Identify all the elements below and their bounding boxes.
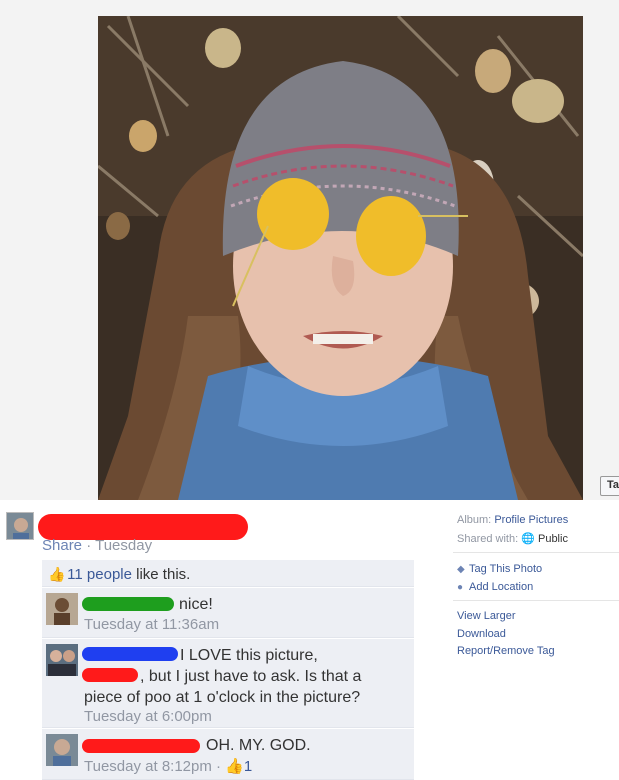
profile-photo[interactable] — [98, 16, 583, 500]
comment-line-3: piece of poo at 1 o'clock in the picture… — [84, 689, 361, 706]
comment-line-2: , but I just have to ask. Is that a — [140, 668, 362, 685]
post-meta: Share · Tuesday — [42, 537, 152, 554]
divider — [453, 600, 619, 601]
globe-icon: 🌐 — [521, 533, 535, 545]
comment-timestamp[interactable]: Tuesday at 8:12pm · — [84, 758, 225, 775]
likes-bar: 👍 11 people like this. — [42, 560, 414, 587]
location-pin-icon: ● — [457, 582, 464, 593]
comment-time[interactable]: Tuesday at 6:00pm — [84, 708, 212, 725]
like-thumb-icon: 👍 — [48, 566, 66, 582]
tag-icon: ◆ — [457, 564, 465, 575]
meta-separator: · — [82, 537, 96, 554]
tag-photo-action[interactable]: ◆ Tag This Photo — [457, 563, 542, 575]
comment-like-count[interactable]: 1 — [244, 758, 252, 775]
post-timestamp[interactable]: Tuesday — [95, 537, 152, 554]
comment-time[interactable]: Tuesday at 11:36am — [84, 616, 219, 633]
comment-item: nice! Tuesday at 11:36am — [42, 588, 414, 638]
privacy-value[interactable]: Public — [538, 533, 568, 545]
album-info: Album: Profile Pictures — [457, 514, 568, 526]
comment-avatar[interactable] — [46, 593, 78, 625]
comment-avatar[interactable] — [46, 644, 78, 676]
tag-photo-label: Tag This Photo — [469, 563, 543, 575]
comment-body: nice! — [179, 596, 213, 613]
redacted-commenter-name — [82, 739, 200, 753]
comment-text: OH. MY. GOD. — [206, 735, 532, 756]
likes-count-link[interactable]: 11 people — [67, 566, 132, 583]
avatar[interactable] — [6, 512, 34, 540]
shared-label: Shared with: — [457, 533, 519, 545]
download-link[interactable]: Download — [457, 628, 506, 640]
likes-suffix: like this. — [131, 566, 191, 583]
add-location-label: Add Location — [469, 581, 534, 593]
comment-item: I LOVE this picture, , but I just have t… — [42, 639, 414, 728]
report-link[interactable]: Report/Remove Tag — [457, 645, 555, 657]
divider — [453, 552, 619, 553]
comment-avatar[interactable] — [46, 734, 78, 766]
redacted-commenter-name — [82, 597, 174, 611]
view-larger-link[interactable]: View Larger — [457, 610, 516, 622]
comment-line-1: I LOVE this picture, — [180, 647, 318, 664]
add-location-action[interactable]: ● Add Location — [457, 581, 533, 593]
album-link[interactable]: Profile Pictures — [494, 514, 568, 526]
tag-button[interactable]: Ta — [600, 476, 619, 496]
comment-like-thumb-icon: 👍 — [225, 758, 244, 775]
share-link[interactable]: Share — [42, 537, 82, 554]
comment-item: OH. MY. GOD. Tuesday at 8:12pm · 👍1 — [42, 729, 414, 780]
post-column: Share · Tuesday 👍 11 people like this. n… — [0, 500, 440, 780]
comment-time: Tuesday at 8:12pm · 👍1 — [84, 757, 252, 775]
comment-body: OH. MY. GOD. — [206, 737, 311, 754]
album-label: Album: — [457, 514, 492, 526]
photo-stage: Ta — [0, 0, 619, 500]
comment-text: I LOVE this picture, , but I just have t… — [84, 645, 410, 708]
privacy-info: Shared with: 🌐 Public — [457, 532, 568, 545]
